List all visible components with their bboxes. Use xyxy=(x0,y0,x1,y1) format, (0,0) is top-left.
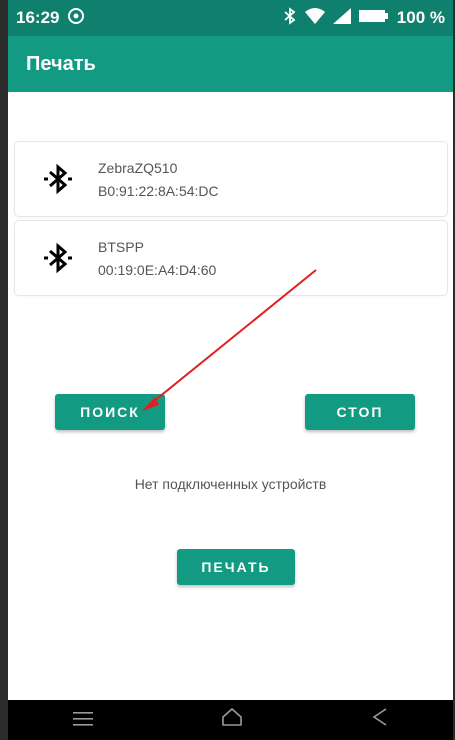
device-mac: 00:19:0E:A4:D4:60 xyxy=(98,261,217,278)
left-border xyxy=(0,0,8,740)
screenshot-frame: 16:29 100 % Печать ZebraZQ510 B0:91:22:8… xyxy=(0,0,455,740)
back-icon[interactable] xyxy=(371,707,389,733)
annotation-arrow xyxy=(142,269,317,411)
bluetooth-icon xyxy=(34,155,82,203)
stop-button[interactable]: СТОП xyxy=(305,394,415,430)
status-bar: 16:29 100 % xyxy=(8,0,453,36)
device-item[interactable]: ZebraZQ510 B0:91:22:8A:54:DC xyxy=(15,142,447,216)
phone-screen: 16:29 100 % Печать ZebraZQ510 B0:91:22:8… xyxy=(8,0,453,740)
battery-icon xyxy=(358,8,389,28)
device-name: ZebraZQ510 xyxy=(98,159,178,176)
hotspot-icon xyxy=(67,7,85,30)
bluetooth-icon xyxy=(34,234,82,282)
page-title: Печать xyxy=(26,52,96,75)
device-name: BTSPP xyxy=(98,238,144,255)
status-time: 16:29 xyxy=(16,8,60,27)
home-icon[interactable] xyxy=(221,707,243,733)
print-button[interactable]: ПЕЧАТЬ xyxy=(177,549,295,585)
device-item[interactable]: BTSPP 00:19:0E:A4:D4:60 xyxy=(15,221,447,295)
app-bar: Печать xyxy=(8,36,453,92)
search-button[interactable]: ПОИСК xyxy=(55,394,165,430)
device-mac: B0:91:22:8A:54:DC xyxy=(98,182,219,199)
menu-icon[interactable] xyxy=(72,707,94,733)
battery-percent: 100 % xyxy=(396,8,445,27)
bluetooth-icon xyxy=(283,6,297,30)
wifi-icon xyxy=(304,7,325,29)
connection-status: Нет подключенных устройств xyxy=(134,476,327,492)
signal-icon xyxy=(332,7,351,29)
navigation-bar xyxy=(8,700,453,740)
